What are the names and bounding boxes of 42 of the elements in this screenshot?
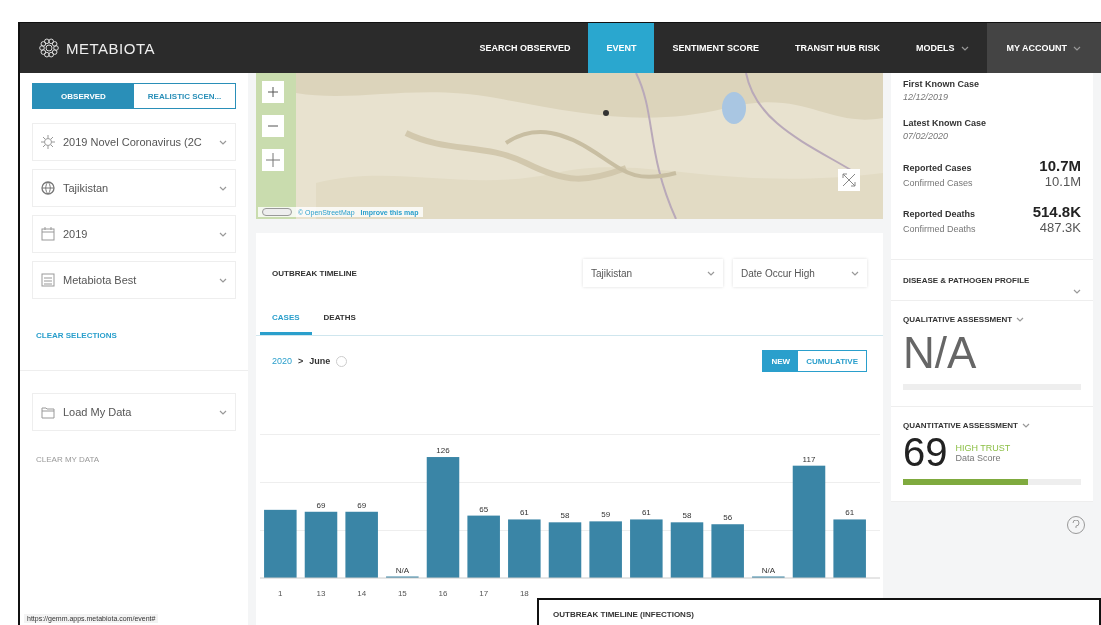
stat-sub-label: Confirmed Deaths: [903, 224, 976, 234]
value-label: 69: [357, 500, 367, 510]
value-label: 58: [682, 511, 692, 521]
overlay-title: OUTBREAK TIMELINE (INFECTIONS): [553, 610, 695, 619]
axis-label: 15: [397, 589, 407, 598]
value-label: 61: [845, 508, 855, 518]
axis-label: 16: [438, 589, 448, 598]
value-label: 65: [479, 504, 489, 514]
breadcrumb-separator: >: [298, 356, 304, 366]
stat-label: Latest Known Case: [903, 118, 988, 128]
value-label: 69: [316, 500, 326, 510]
value-label: 61: [519, 508, 529, 518]
card-title: OUTBREAK TIMELINE: [272, 268, 358, 278]
axis-label: 13: [316, 589, 326, 598]
logo-text: METABIOTA: [66, 39, 155, 57]
stat-value: 514.8K: [1032, 203, 1081, 220]
value-label: 59: [601, 510, 611, 520]
trust-label: HIGH TRUST: [955, 442, 1011, 453]
date-value: 12/12/2019: [903, 92, 950, 102]
month-label: June: [309, 356, 331, 366]
stat-label: Reported Deaths: [903, 209, 975, 219]
stat-label: First Known Case: [903, 79, 980, 89]
stat-sub-value: 10.1M: [1044, 174, 1081, 189]
stat-label: Reported Cases: [903, 163, 972, 173]
score-label: Data Score: [955, 452, 1002, 463]
value-label: N/A: [395, 565, 409, 575]
score-value: 69: [903, 430, 948, 475]
axis-label: 17: [479, 589, 489, 598]
stat-sub-value: 487.3K: [1039, 220, 1081, 235]
value-label: 117: [802, 454, 816, 464]
value-label: N/A: [761, 565, 775, 575]
axis-label: 1: [278, 589, 283, 598]
value-label: 126: [436, 446, 450, 456]
stat-value: 10.7M: [1039, 157, 1081, 174]
axis-label: 18: [519, 589, 529, 598]
value-label: 58: [560, 511, 570, 521]
value-label: 61: [641, 508, 651, 518]
date-value: 07/02/2020: [903, 131, 950, 141]
axis-label: 14: [357, 589, 367, 598]
assessment-value: N/A: [903, 328, 978, 378]
value-label: 56: [723, 513, 733, 523]
stat-sub-label: Confirmed Cases: [903, 178, 973, 188]
